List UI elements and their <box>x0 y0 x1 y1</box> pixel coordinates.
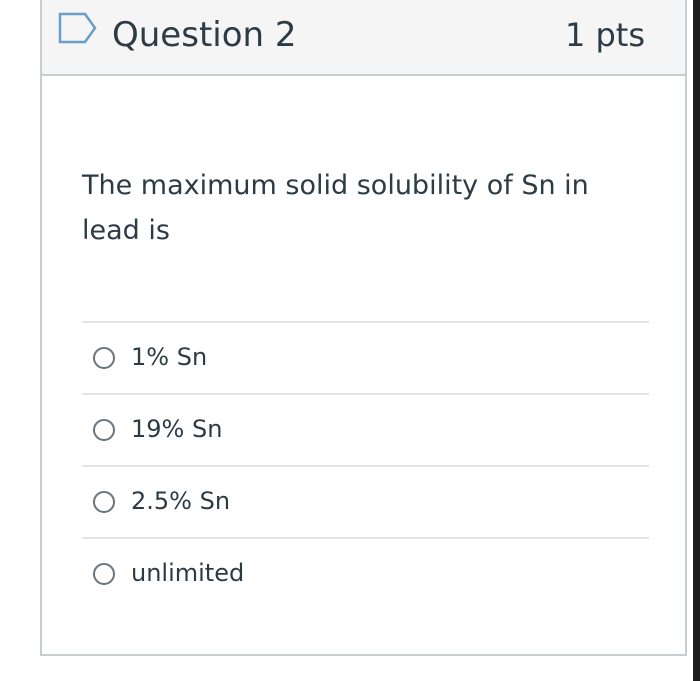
answer-option[interactable]: unlimited <box>82 537 649 609</box>
question-points: 1 pts <box>564 16 645 54</box>
answer-label[interactable]: 2.5% Sn <box>131 483 230 519</box>
radio-icon[interactable] <box>93 563 115 585</box>
answer-option[interactable]: 2.5% Sn <box>82 465 649 537</box>
question-text: The maximum solid solubility of Sn in le… <box>82 170 589 246</box>
screen-edge <box>693 0 700 681</box>
question-header: Question 2 1 pts <box>42 0 685 76</box>
answer-list: 1% Sn 19% Sn 2.5% Sn unlimited <box>82 321 649 609</box>
quiz-page: Question 2 1 pts The maximum solid solub… <box>0 0 700 681</box>
answer-label[interactable]: unlimited <box>131 555 244 591</box>
question-card: Question 2 1 pts The maximum solid solub… <box>40 0 687 656</box>
answer-label[interactable]: 19% Sn <box>131 411 222 447</box>
answer-option[interactable]: 19% Sn <box>82 393 649 465</box>
question-title: Question 2 <box>112 15 297 55</box>
answer-option[interactable]: 1% Sn <box>82 321 649 393</box>
radio-icon[interactable] <box>93 347 115 369</box>
answer-label[interactable]: 1% Sn <box>131 339 207 375</box>
radio-icon[interactable] <box>93 491 115 513</box>
bookmark-flag-icon[interactable] <box>57 11 99 45</box>
radio-icon[interactable] <box>93 419 115 441</box>
